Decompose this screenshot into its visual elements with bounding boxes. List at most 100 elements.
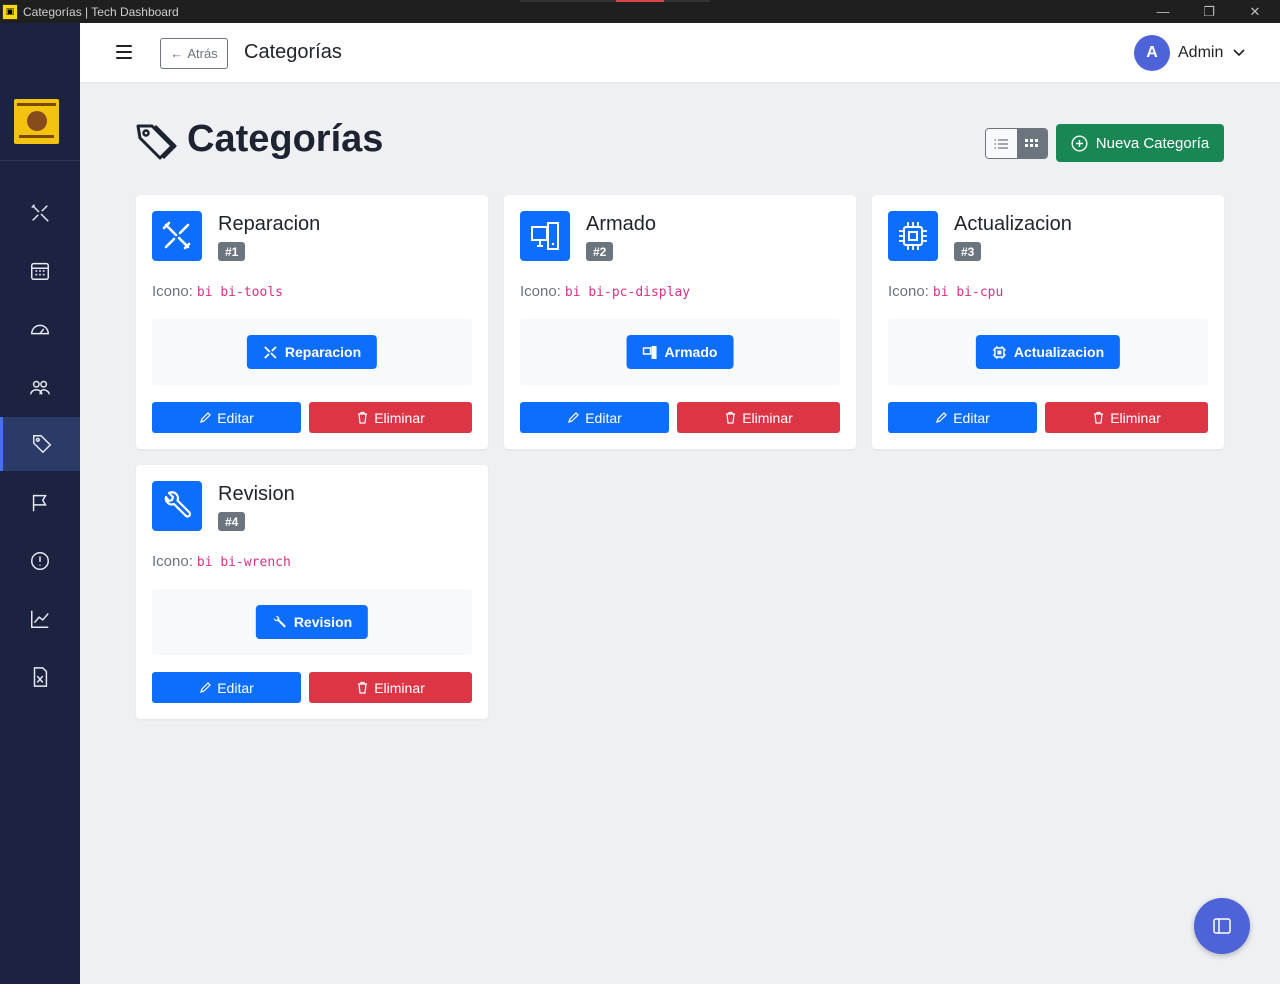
delete-button[interactable]: Eliminar [677,402,840,433]
category-name: Reparacion [218,213,321,235]
icon-label: Icono: [152,553,193,570]
list-icon [994,138,1009,149]
category-preview-button[interactable]: Revision [255,605,369,639]
user-name[interactable]: Admin [1178,44,1223,62]
back-label: Atrás [187,46,218,61]
delete-button[interactable]: Eliminar [309,402,472,433]
preview-label: Revision [293,614,353,630]
file-excel-icon [33,667,48,687]
app-icon: ▣ [2,3,18,20]
sidebar-item-excel[interactable] [0,650,80,704]
category-icon-line: Icono: bi bi-pc-display [520,283,690,300]
view-toggle [985,128,1048,159]
icon-label: Icono: [152,283,193,300]
back-button[interactable]: ← Atrás [160,38,228,69]
pencil-icon [936,412,948,423]
icon-label: Icono: [888,283,929,300]
pencil-icon [568,412,580,423]
edit-label: Editar [217,409,254,426]
delete-button[interactable]: Eliminar [1045,402,1208,433]
edit-label: Editar [217,679,254,696]
calendar-icon [31,262,49,280]
delete-label: Eliminar [374,409,425,426]
category-icon-line: Icono: bi bi-wrench [152,553,291,570]
category-icon-box [888,211,938,261]
icon-class-code: bi bi-cpu [932,285,1004,300]
sidebar-item-dashboard[interactable] [0,302,80,356]
delete-button[interactable]: Eliminar [309,672,472,703]
plus-circle-icon [1071,134,1088,152]
icon-class-code: bi bi-pc-display [564,285,691,300]
cpu-icon [992,345,1006,359]
preview-label: Reparacion [284,344,362,360]
category-preview: Reparacion [152,319,472,385]
header-title: Categorías [244,41,342,63]
category-card: Reparacion #1 Icono: bi bi-tools Reparaci… [136,195,488,449]
avatar[interactable]: A [1134,35,1170,71]
icon-label: Icono: [520,283,561,300]
speedometer-icon [31,324,49,335]
category-card: Armado #2 Icono: bi bi-pc-display Armado … [504,195,856,449]
sidebar-item-categories[interactable] [0,417,80,471]
trash-icon [358,411,368,424]
tools-icon [264,345,277,359]
preview-label: Armado [664,344,718,360]
category-preview-button[interactable]: Actualizacion [975,335,1121,369]
sidebar-item-reports[interactable] [0,592,80,646]
category-card: Actualizacion #3 Icono: bi bi-cpu Actuali… [872,195,1224,449]
edit-button[interactable]: Editar [888,402,1037,433]
sidebar-toggle-fab[interactable] [1194,898,1250,954]
edit-button[interactable]: Editar [152,402,301,433]
category-name: Revision [218,483,295,505]
category-name: Actualizacion [954,213,1072,235]
flag-icon [32,494,47,512]
category-preview: Armado [520,319,840,385]
brand-logo[interactable] [14,99,59,144]
tags-icon [136,124,177,160]
edit-label: Editar [585,409,622,426]
sidebar-item-tools[interactable] [0,186,80,240]
menu-toggle-button[interactable] [116,45,132,60]
chevron-down-icon[interactable] [1232,45,1246,59]
category-icon-box [152,211,202,261]
trash-icon [726,411,736,424]
sidebar-item-users[interactable] [0,360,80,414]
category-icon-line: Icono: bi bi-tools [152,283,283,300]
tools-icon [31,204,49,222]
category-preview-button[interactable]: Reparacion [246,335,378,369]
maximize-button[interactable]: ❐ [1186,0,1232,23]
list-view-button[interactable] [986,129,1017,158]
trash-icon [358,681,368,694]
grid-icon [1025,139,1039,147]
category-id-badge: #4 [218,512,246,531]
people-icon [30,380,50,395]
sidebar-item-flag[interactable] [0,476,80,530]
trash-icon [1094,411,1104,424]
sidebar-item-calendar[interactable] [0,244,80,298]
category-icon-line: Icono: bi bi-cpu [888,283,1003,300]
preview-label: Actualizacion [1013,344,1105,360]
category-name: Armado [586,213,657,235]
grid-view-button[interactable] [1016,129,1047,158]
new-category-label: Nueva Categoría [1095,134,1210,152]
edit-button[interactable]: Editar [152,672,301,703]
top-header: ← Atrás Categorías A Admin [80,23,1280,83]
sidebar-item-alerts[interactable] [0,534,80,588]
minimize-button[interactable]: — [1140,0,1186,23]
edit-label: Editar [953,409,990,426]
close-window-button[interactable]: ✕ [1232,0,1278,23]
wrench-icon [164,491,192,518]
exclamation-circle-icon [31,552,49,570]
delete-label: Eliminar [374,679,425,696]
category-preview: Actualizacion [888,319,1208,385]
pc-display-icon [642,345,657,359]
pencil-icon [200,412,212,423]
page-title: Categorías [187,118,384,160]
category-id-badge: #1 [218,242,246,261]
new-category-button[interactable]: Nueva Categoría [1056,124,1224,162]
category-id-badge: #3 [954,242,982,261]
pc-display-icon [531,222,559,250]
icon-class-code: bi bi-tools [196,285,283,300]
category-preview-button[interactable]: Armado [626,335,734,369]
edit-button[interactable]: Editar [520,402,669,433]
